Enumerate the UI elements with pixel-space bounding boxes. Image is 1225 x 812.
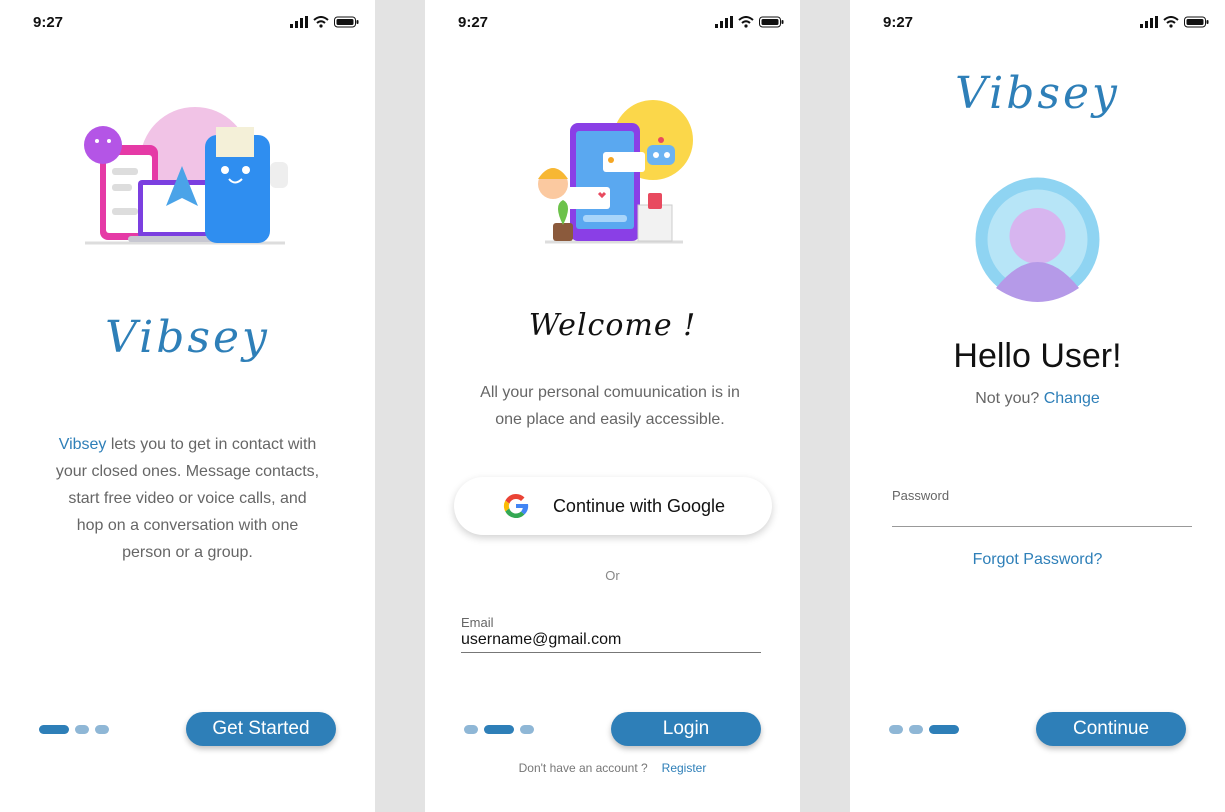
page-indicator xyxy=(39,725,109,734)
status-bar: 9:27 xyxy=(850,0,1225,44)
no-account-text: Don't have an account ? xyxy=(518,761,648,775)
brand-highlight: Vibsey xyxy=(58,436,107,453)
page-dot-1 xyxy=(39,725,69,734)
page-indicator xyxy=(889,725,959,734)
welcome-description: All your personal comuunication is in on… xyxy=(480,384,740,428)
email-field[interactable]: Email username@gmail.com xyxy=(461,615,761,653)
avatar xyxy=(975,177,1100,302)
welcome-title: Welcome ! xyxy=(528,308,697,343)
onboarding-screen: 9:27 Vibsey Vibsey lets you to get in co… xyxy=(0,0,375,812)
status-bar: 9:27 xyxy=(425,0,800,44)
continue-with-google-button[interactable]: Continue with Google xyxy=(454,477,772,535)
password-label: Password xyxy=(892,488,950,503)
not-you-line: Not you? Change xyxy=(850,390,1225,408)
page-dot-2 xyxy=(75,725,89,734)
chat-phone-illustration xyxy=(538,100,693,244)
google-button-label: Continue with Google xyxy=(552,495,726,516)
page-dot-3 xyxy=(929,725,959,734)
wifi-icon xyxy=(313,16,329,28)
app-description: Vibsey lets you to get in contact with y… xyxy=(55,431,320,566)
status-bar: 9:27 xyxy=(0,0,375,44)
continue-button[interactable]: Continue xyxy=(1036,712,1186,746)
app-logo: Vibsey xyxy=(955,68,1120,119)
messaging-illustration xyxy=(84,107,288,245)
app-logo: Vibsey xyxy=(105,312,270,363)
greeting-title: Hello User! xyxy=(953,337,1122,375)
register-link[interactable]: Register xyxy=(662,761,707,775)
page-dot-1 xyxy=(464,725,478,734)
status-time: 9:27 xyxy=(458,14,489,31)
page-dot-3 xyxy=(520,725,534,734)
password-screen: 9:27 Vibsey Hello User! Not you? Change … xyxy=(850,0,1225,812)
signal-icon xyxy=(290,16,308,28)
page-indicator xyxy=(464,725,534,734)
login-screen: 9:27 Welcome ! All your personal comuuni… xyxy=(425,0,800,812)
battery-icon xyxy=(1184,16,1209,28)
page-dot-2 xyxy=(484,725,514,734)
page-dot-1 xyxy=(889,725,903,734)
email-input[interactable]: username@gmail.com xyxy=(461,631,761,653)
status-time: 9:27 xyxy=(33,14,64,31)
wifi-icon xyxy=(1163,16,1179,28)
password-field[interactable]: Password xyxy=(892,488,1192,527)
description-text: lets you to get in contact with your clo… xyxy=(55,436,320,561)
signal-icon xyxy=(715,16,733,28)
register-prompt: Don't have an account ? Register xyxy=(425,761,800,775)
or-divider: Or xyxy=(605,568,620,583)
battery-icon xyxy=(334,16,359,28)
password-input[interactable] xyxy=(892,504,1192,527)
forgot-password-link[interactable]: Forgot Password? xyxy=(850,551,1225,569)
signal-icon xyxy=(1140,16,1158,28)
page-dot-3 xyxy=(95,725,109,734)
battery-icon xyxy=(759,16,784,28)
change-user-link[interactable]: Change xyxy=(1044,390,1100,407)
wifi-icon xyxy=(738,16,754,28)
page-dot-2 xyxy=(909,725,923,734)
status-time: 9:27 xyxy=(883,14,914,31)
email-label: Email xyxy=(461,615,494,630)
not-you-text: Not you? xyxy=(975,390,1040,407)
google-logo-icon xyxy=(503,493,529,519)
login-button[interactable]: Login xyxy=(611,712,761,746)
get-started-button[interactable]: Get Started xyxy=(186,712,336,746)
